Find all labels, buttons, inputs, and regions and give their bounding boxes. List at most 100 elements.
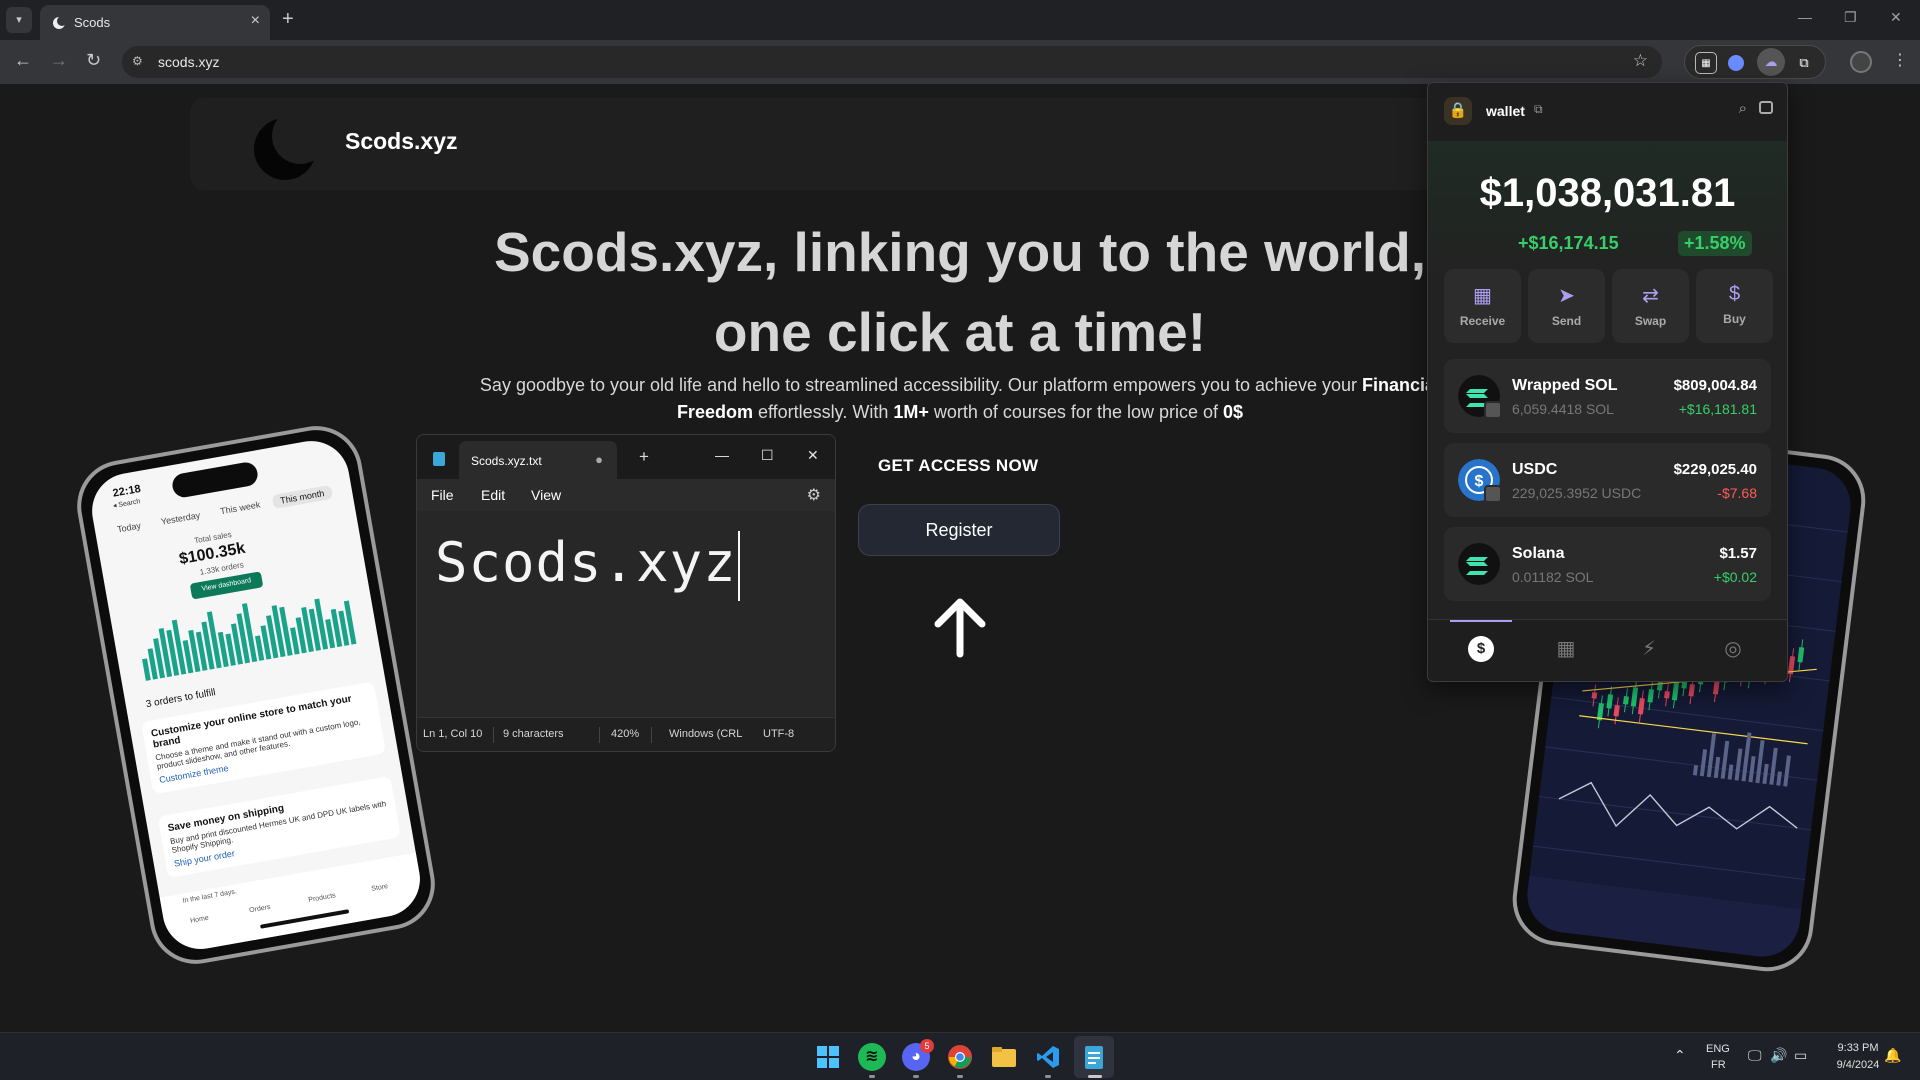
spotify-icon[interactable]: ≋ [858, 1043, 886, 1071]
buy-button[interactable]: $ Buy [1696, 269, 1773, 343]
token-row-wrapped-sol[interactable]: Wrapped SOL 6,059.4418 SOL $809,004.84 +… [1444, 359, 1771, 433]
site-info-icon[interactable]: ⚙ [132, 54, 143, 68]
notepad-file-tab[interactable]: Scods.xyz.txt ● [459, 441, 617, 479]
wallet-nav-grid-icon[interactable]: ▦ [1553, 636, 1579, 662]
token-name: Solana [1512, 545, 1565, 562]
notepad-settings-gear-icon[interactable]: ⚙ [807, 485, 821, 505]
token-amount: 0.01182 SOL [1512, 569, 1594, 585]
swap-arrows-icon: ⇄ [1642, 285, 1659, 307]
restore-window-button[interactable]: ❐ [1844, 9, 1857, 26]
wallet-extension-icon[interactable]: ☁ [1757, 48, 1785, 76]
swap-button[interactable]: ⇄ Swap [1612, 269, 1689, 343]
reload-button[interactable]: ↻ [86, 50, 101, 71]
windows-start-icon[interactable] [814, 1043, 842, 1071]
send-button[interactable]: ➤ Send [1528, 269, 1605, 343]
notepad-close-button[interactable]: ✕ [807, 447, 819, 464]
phone-tab-today[interactable]: Today [108, 517, 150, 538]
phone-nav-orders[interactable]: Orders [249, 904, 271, 915]
tray-clock-date[interactable]: 9/4/2024 [1826, 1059, 1890, 1071]
wallet-balance-change-percent: +1.58% [1678, 231, 1752, 256]
minimize-window-button[interactable]: — [1798, 9, 1812, 25]
chart-gridline [1539, 795, 1818, 832]
phone-nav-products[interactable]: Products [308, 892, 336, 904]
wallet-nav-lightning-icon[interactable]: ⚡ [1636, 636, 1662, 662]
forward-button[interactable]: → [50, 50, 68, 71]
wallet-total-balance: $1,038,031.81 [1479, 171, 1736, 215]
windows-taskbar: ≋ ◕ 5 ⌃ ENG FR 🖵 🔊 ▭ 9:33 PM 9/4/2024 🔔 [0, 1032, 1920, 1080]
new-tab-button[interactable]: + [282, 8, 294, 31]
taskbar-running-dot [869, 1075, 875, 1078]
phone-tab-week[interactable]: This week [211, 496, 269, 520]
qr-extension-icon[interactable]: ▦ [1695, 52, 1717, 74]
phone-orders-to-fulfill[interactable]: 3 orders to fulfill [145, 687, 216, 710]
phone-nav-home[interactable]: Home [190, 915, 210, 925]
volume-bar [1720, 740, 1730, 779]
bookmark-star-icon[interactable]: ☆ [1633, 51, 1648, 71]
close-window-button[interactable]: ✕ [1890, 9, 1902, 26]
tray-network-icon[interactable]: 🖵 [1748, 1047, 1762, 1064]
token-badge-icon [1484, 401, 1502, 419]
candle-body [1647, 689, 1654, 703]
token-change: -$7.68 [1717, 485, 1757, 501]
notepad-minimize-button[interactable]: — [715, 447, 729, 463]
token-row-usdc[interactable]: $ USDC 229,025.3952 USDC $229,025.40 -$7… [1444, 443, 1771, 517]
phone-tab-month[interactable]: This month [271, 484, 334, 510]
wallet-extension-popup: 🔒 wallet ⧉ ⌕ $1,038,031.81 +$16,174.15 +… [1427, 82, 1788, 682]
notepad-new-tab-button[interactable]: + [639, 447, 649, 467]
notification-bell-icon[interactable]: 🔔 [1884, 1047, 1901, 1064]
receive-button[interactable]: ▦ Receive [1444, 269, 1521, 343]
file-explorer-icon[interactable] [990, 1043, 1018, 1071]
swap-label: Swap [1634, 314, 1667, 328]
notepad-menubar: File Edit View ⚙ [417, 479, 835, 511]
browser-menu-icon[interactable]: ⋮ [1892, 50, 1908, 70]
notepad-content: Scods.xyz [435, 531, 737, 594]
token-name: USDC [1512, 461, 1558, 478]
notepad-menu-file[interactable]: File [431, 487, 454, 503]
copy-address-icon[interactable]: ⧉ [1534, 102, 1543, 117]
wallet-nav-dollar-icon[interactable]: $ [1468, 636, 1494, 662]
status-divider [651, 727, 652, 743]
extensions-puzzle-icon[interactable]: ⧉ [1793, 52, 1815, 74]
chrome-icon[interactable] [946, 1043, 974, 1071]
wallet-nav-globe-icon[interactable]: ◎ [1720, 636, 1746, 662]
notepad-maximize-button[interactable]: ☐ [761, 447, 774, 464]
volume-bar [1734, 748, 1743, 781]
tray-clock-time[interactable]: 9:33 PM [1828, 1042, 1888, 1054]
tray-chevron-up-icon[interactable]: ⌃ [1674, 1047, 1686, 1064]
notepad-statusbar: Ln 1, Col 10 9 characters 420% Windows (… [417, 717, 835, 751]
browser-tab-active[interactable]: Scods × [40, 5, 270, 40]
svg-text:$: $ [1475, 473, 1484, 490]
wallet-sidepanel-icon[interactable] [1759, 101, 1773, 114]
vscode-icon[interactable] [1034, 1043, 1062, 1071]
close-tab-icon[interactable]: × [251, 12, 260, 30]
brand-name[interactable]: Scods.xyz [345, 128, 458, 155]
wallet-account-name[interactable]: wallet [1486, 103, 1525, 119]
phone-nav-store[interactable]: Store [371, 883, 389, 893]
tray-battery-icon[interactable]: ▭ [1794, 1047, 1807, 1064]
hero-title-line-2: one click at a time! [713, 301, 1207, 363]
token-value: $809,004.84 [1673, 377, 1757, 394]
address-bar[interactable]: ⚙ scods.xyz ☆ [122, 46, 1662, 78]
blue-circle-extension-icon[interactable] [1725, 52, 1747, 74]
profile-avatar[interactable] [1850, 51, 1872, 73]
wallet-lock-icon[interactable]: 🔒 [1444, 97, 1472, 125]
unsaved-dot-icon[interactable]: ● [595, 452, 603, 467]
tray-language-bottom[interactable]: FR [1711, 1059, 1726, 1071]
notepad-taskbar-icon[interactable] [1080, 1043, 1108, 1071]
tab-search-button[interactable]: ▾ [6, 7, 32, 33]
dynamic-island [170, 460, 260, 500]
register-button[interactable]: Register [858, 504, 1060, 556]
notepad-tab-title: Scods.xyz.txt [471, 454, 542, 468]
phone-home-indicator [259, 909, 350, 929]
tray-language-top[interactable]: ENG [1706, 1043, 1730, 1055]
token-row-solana[interactable]: Solana 0.01182 SOL $1.57 +$0.02 [1444, 527, 1771, 601]
candle-body [1613, 704, 1620, 717]
notepad-text-area[interactable]: Scods.xyz [417, 511, 835, 719]
wallet-search-icon[interactable]: ⌕ [1739, 100, 1747, 117]
notepad-menu-edit[interactable]: Edit [481, 487, 505, 503]
notepad-menu-view[interactable]: View [531, 487, 561, 503]
tray-volume-icon[interactable]: 🔊 [1770, 1047, 1787, 1064]
back-button[interactable]: ← [14, 50, 32, 71]
notepad-window: Scods.xyz.txt ● + — ☐ ✕ File Edit View ⚙… [416, 434, 836, 752]
phone-tab-yesterday[interactable]: Yesterday [152, 507, 209, 530]
